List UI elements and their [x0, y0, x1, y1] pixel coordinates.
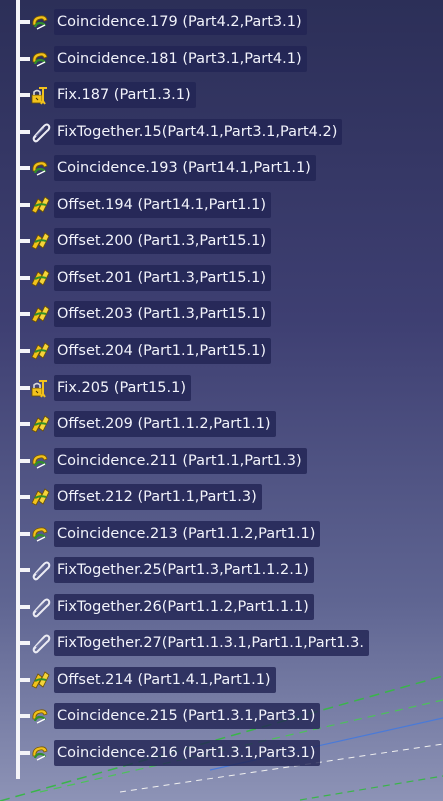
fix-together-icon[interactable] [28, 557, 52, 583]
tree-node-label[interactable]: Fix.205 (Part15.1) [54, 374, 192, 401]
tree-node-coincidence[interactable]: Coincidence.181 (Part3.1,Part4.1) [16, 43, 307, 74]
tree-node-label[interactable]: Coincidence.181 (Part3.1,Part4.1) [54, 45, 307, 72]
fix-together-icon[interactable] [28, 630, 52, 656]
tree-node-coincidence[interactable]: Coincidence.211 (Part1.1,Part1.3) [16, 445, 307, 476]
tree-node-label[interactable]: Offset.194 (Part14.1,Part1.1) [54, 191, 271, 218]
coincidence-constraint-icon[interactable] [28, 448, 52, 474]
tree-node-offset[interactable]: Offset.209 (Part1.1.2,Part1.1) [16, 408, 276, 439]
tree-node-label[interactable]: Coincidence.179 (Part4.2,Part3.1) [54, 8, 307, 35]
offset-constraint-icon[interactable] [28, 265, 52, 291]
offset-constraint-icon[interactable] [28, 228, 52, 254]
fix-constraint-icon[interactable] [28, 375, 52, 401]
coincidence-constraint-icon[interactable] [28, 703, 52, 729]
specification-tree: Coincidence.179 (Part4.2,Part3.1) Coinci… [0, 0, 443, 801]
tree-node-offset[interactable]: Offset.203 (Part1.3,Part15.1) [16, 298, 271, 329]
fix-together-icon[interactable] [28, 594, 52, 620]
tree-node-label[interactable]: Offset.209 (Part1.1.2,Part1.1) [54, 410, 276, 437]
tree-node-fixtogether[interactable]: FixTogether.26(Part1.1.2,Part1.1.1) [16, 591, 314, 622]
tree-node-label[interactable]: FixTogether.27(Part1.1.3.1,Part1.1,Part1… [54, 629, 369, 656]
tree-node-coincidence[interactable]: Coincidence.216 (Part1.3.1,Part3.1) [16, 737, 321, 768]
offset-constraint-icon[interactable] [28, 338, 52, 364]
tree-node-coincidence[interactable]: Coincidence.213 (Part1.1.2,Part1.1) [16, 518, 321, 549]
tree-node-label[interactable]: Coincidence.215 (Part1.3.1,Part3.1) [54, 702, 321, 729]
tree-node-coincidence[interactable]: Coincidence.215 (Part1.3.1,Part3.1) [16, 700, 321, 731]
tree-node-offset[interactable]: Offset.194 (Part14.1,Part1.1) [16, 189, 271, 220]
offset-constraint-icon[interactable] [28, 667, 52, 693]
tree-node-label[interactable]: Fix.187 (Part1.3.1) [54, 81, 196, 108]
tree-node-fix[interactable]: Fix.205 (Part15.1) [16, 372, 192, 403]
coincidence-constraint-icon[interactable] [28, 9, 52, 35]
offset-constraint-icon[interactable] [28, 411, 52, 437]
tree-node-coincidence[interactable]: Coincidence.179 (Part4.2,Part3.1) [16, 6, 307, 37]
tree-node-offset[interactable]: Offset.200 (Part1.3,Part15.1) [16, 225, 271, 256]
tree-node-offset[interactable]: Offset.214 (Part1.4.1,Part1.1) [16, 664, 276, 695]
tree-node-fix[interactable]: Fix.187 (Part1.3.1) [16, 79, 196, 110]
tree-node-fixtogether[interactable]: FixTogether.25(Part1.3,Part1.1.2.1) [16, 554, 314, 585]
tree-node-fixtogether[interactable]: FixTogether.27(Part1.1.3.1,Part1.1,Part1… [16, 627, 369, 658]
tree-node-label[interactable]: FixTogether.15(Part4.1,Part3.1,Part4.2) [54, 118, 343, 145]
tree-node-label[interactable]: FixTogether.26(Part1.1.2,Part1.1.1) [54, 593, 314, 620]
offset-constraint-icon[interactable] [28, 192, 52, 218]
tree-node-offset[interactable]: Offset.204 (Part1.1,Part15.1) [16, 335, 271, 366]
tree-node-offset[interactable]: Offset.201 (Part1.3,Part15.1) [16, 262, 271, 293]
tree-node-label[interactable]: Offset.212 (Part1.1,Part1.3) [54, 483, 262, 510]
coincidence-constraint-icon[interactable] [28, 155, 52, 181]
tree-node-label[interactable]: Offset.200 (Part1.3,Part15.1) [54, 227, 271, 254]
tree-node-label[interactable]: Coincidence.216 (Part1.3.1,Part3.1) [54, 739, 321, 766]
tree-node-coincidence[interactable]: Coincidence.193 (Part14.1,Part1.1) [16, 152, 316, 183]
coincidence-constraint-icon[interactable] [28, 740, 52, 766]
tree-node-label[interactable]: Coincidence.211 (Part1.1,Part1.3) [54, 447, 307, 474]
tree-node-label[interactable]: Coincidence.213 (Part1.1.2,Part1.1) [54, 520, 321, 547]
offset-constraint-icon[interactable] [28, 301, 52, 327]
tree-node-label[interactable]: Offset.203 (Part1.3,Part15.1) [54, 300, 271, 327]
coincidence-constraint-icon[interactable] [28, 46, 52, 72]
fix-constraint-icon[interactable] [28, 82, 52, 108]
fix-together-icon[interactable] [28, 119, 52, 145]
tree-node-label[interactable]: Coincidence.193 (Part14.1,Part1.1) [54, 154, 316, 181]
tree-node-label[interactable]: FixTogether.25(Part1.3,Part1.1.2.1) [54, 556, 314, 583]
tree-node-label[interactable]: Offset.201 (Part1.3,Part15.1) [54, 264, 271, 291]
tree-node-label[interactable]: Offset.214 (Part1.4.1,Part1.1) [54, 666, 276, 693]
tree-node-label[interactable]: Offset.204 (Part1.1,Part15.1) [54, 337, 271, 364]
offset-constraint-icon[interactable] [28, 484, 52, 510]
tree-node-offset[interactable]: Offset.212 (Part1.1,Part1.3) [16, 481, 262, 512]
coincidence-constraint-icon[interactable] [28, 521, 52, 547]
tree-node-fixtogether[interactable]: FixTogether.15(Part4.1,Part3.1,Part4.2) [16, 116, 343, 147]
